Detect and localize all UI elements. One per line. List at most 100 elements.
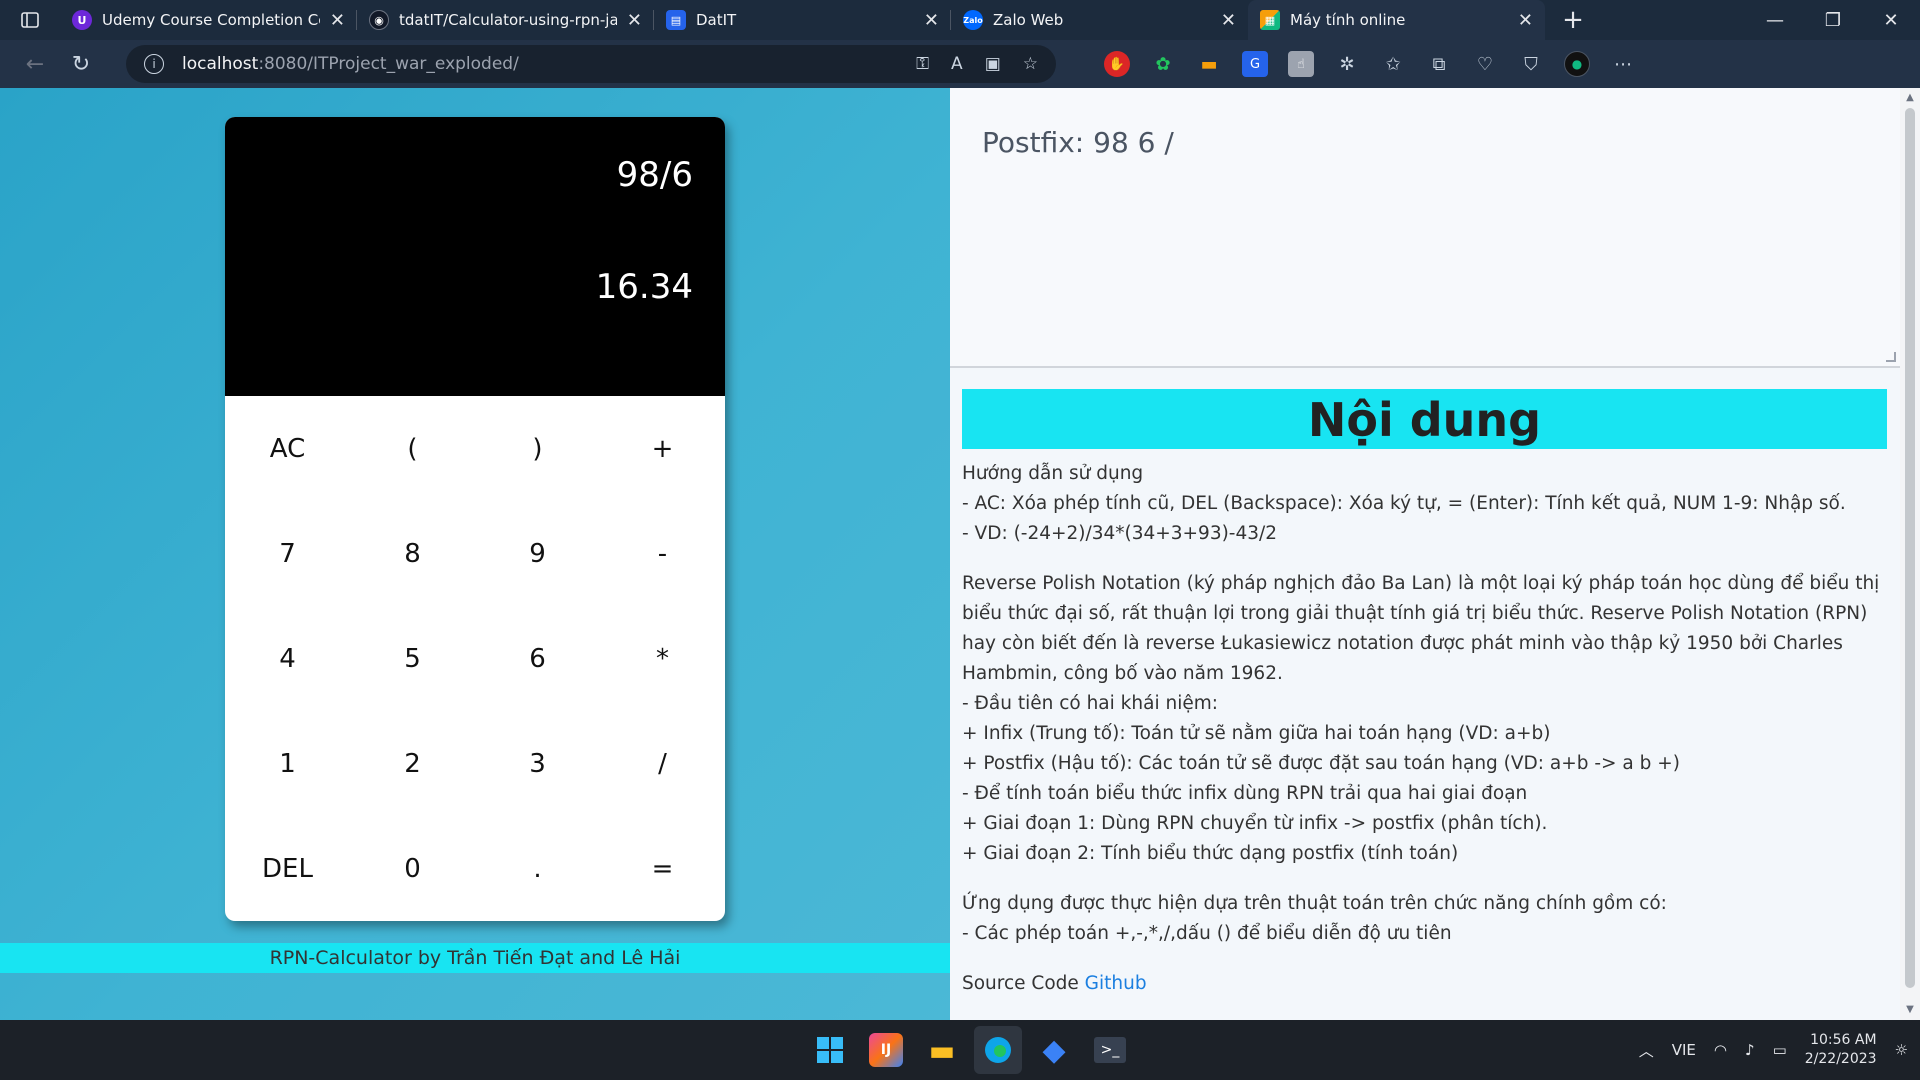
scroll-down-icon[interactable]: ▼: [1900, 1004, 1920, 1015]
rpn-intro: Reverse Polish Notation (ký pháp nghịch …: [962, 573, 1880, 684]
key-3[interactable]: 3: [475, 711, 600, 816]
back-arrow-icon[interactable]: ←: [12, 44, 58, 84]
battery-icon[interactable]: ▭: [1773, 1041, 1787, 1059]
key-ac[interactable]: AC: [225, 396, 350, 501]
guide-heading: Hướng dẫn sử dụng: [962, 463, 1144, 484]
language-indicator[interactable]: VIE: [1672, 1041, 1696, 1059]
key-decimal[interactable]: .: [475, 816, 600, 921]
url-path: :8080/ITProject_war_exploded/: [258, 54, 519, 74]
close-tab-icon[interactable]: ✕: [924, 10, 939, 31]
notifications-icon[interactable]: ☼: [1895, 1041, 1908, 1059]
guide-line: - VD: (-24+2)/34*(34+3+93)-43/2: [962, 523, 1278, 544]
volume-icon[interactable]: ♪: [1745, 1041, 1755, 1059]
clock[interactable]: 10:56 AM 2/22/2023: [1805, 1031, 1877, 1069]
key-icon[interactable]: ⚿: [916, 54, 929, 74]
key-multiply[interactable]: *: [600, 606, 725, 711]
wifi-icon[interactable]: ◠: [1714, 1041, 1727, 1059]
key-8[interactable]: 8: [350, 501, 475, 606]
clock-time: 10:56 AM: [1810, 1032, 1877, 1048]
usage-guide: Hướng dẫn sử dụng - AC: Xóa phép tính cũ…: [962, 459, 1887, 549]
refresh-icon[interactable]: ↻: [58, 44, 104, 84]
favorite-star-icon[interactable]: ☆: [1023, 54, 1038, 74]
minimize-icon[interactable]: —: [1746, 0, 1804, 40]
close-tab-icon[interactable]: ✕: [1518, 10, 1533, 31]
key-equals[interactable]: =: [600, 816, 725, 921]
extensions-puzzle-icon[interactable]: ✲: [1334, 51, 1360, 77]
profile-avatar[interactable]: ●: [1564, 51, 1590, 77]
key-5[interactable]: 5: [350, 606, 475, 711]
url-host: localhost: [182, 54, 259, 74]
browser-tab-bar: U Udemy Course Completion Certi ✕ ◉ tdat…: [0, 0, 1920, 40]
intellij-icon[interactable]: IJ: [869, 1033, 903, 1067]
source-label: Source Code: [962, 973, 1079, 994]
close-tab-icon[interactable]: ✕: [1221, 10, 1236, 31]
touch-icon[interactable]: ☝: [1288, 51, 1314, 77]
tab-actions-icon[interactable]: [0, 0, 60, 40]
key-0[interactable]: 0: [350, 816, 475, 921]
terminal-icon[interactable]: >_: [1094, 1037, 1126, 1063]
color-picker-icon[interactable]: ✿: [1150, 51, 1176, 77]
taskbar-apps: IJ ▬ ◆ >_: [806, 1026, 1134, 1074]
key-1[interactable]: 1: [225, 711, 350, 816]
tab-udemy[interactable]: U Udemy Course Completion Certi ✕: [60, 0, 357, 40]
expression-display: 98/6: [616, 155, 693, 195]
github-icon: ◉: [369, 10, 389, 30]
key-open-paren[interactable]: (: [350, 396, 475, 501]
key-2[interactable]: 2: [350, 711, 475, 816]
chevron-up-icon[interactable]: ︿: [1639, 1040, 1654, 1061]
key-close-paren[interactable]: ): [475, 396, 600, 501]
adblock-icon[interactable]: ✋: [1104, 51, 1130, 77]
more-menu-icon[interactable]: ⋯: [1610, 51, 1636, 77]
health-icon[interactable]: ♡: [1472, 51, 1498, 77]
rpn-line: - Để tính toán biểu thức infix dùng RPN …: [962, 783, 1528, 804]
udemy-icon: U: [72, 10, 92, 30]
page-scrollbar[interactable]: ▲ ▼: [1900, 88, 1920, 1020]
key-plus[interactable]: +: [600, 396, 725, 501]
windows-taskbar: IJ ▬ ◆ >_ ︿ VIE ◠ ♪ ▭ 10:56 AM 2/22/2023…: [0, 1020, 1920, 1080]
key-4[interactable]: 4: [225, 606, 350, 711]
info-panel: Postfix: 98 6 / Nội dung Hướng dẫn sử dụ…: [950, 88, 1900, 1020]
tab-datit[interactable]: ▤ DatIT ✕: [654, 0, 951, 40]
favorites-icon[interactable]: ✩: [1380, 51, 1406, 77]
rpn-line: + Infix (Trung tố): Toán tử sẽ nằm giữa …: [962, 723, 1551, 744]
windows-start-icon[interactable]: [806, 1026, 854, 1074]
content-title: Nội dung: [962, 389, 1887, 449]
tab-calculator[interactable]: ▦ Máy tính online ✕: [1248, 0, 1545, 40]
info-icon[interactable]: i: [144, 54, 164, 74]
key-6[interactable]: 6: [475, 606, 600, 711]
rpn-description: Reverse Polish Notation (ký pháp nghịch …: [962, 569, 1887, 869]
file-explorer-icon[interactable]: ▬: [918, 1026, 966, 1074]
collections-icon[interactable]: ⧉: [1426, 51, 1452, 77]
immersive-reader-icon[interactable]: ▣: [985, 54, 1001, 74]
tab-title: Zalo Web: [993, 11, 1064, 29]
read-aloud-icon[interactable]: A: [951, 54, 963, 74]
calculator-display: 98/6 16.34: [225, 117, 725, 396]
restore-icon[interactable]: ❐: [1804, 0, 1862, 40]
close-tab-icon[interactable]: ✕: [330, 10, 345, 31]
close-window-icon[interactable]: ✕: [1862, 0, 1920, 40]
key-9[interactable]: 9: [475, 501, 600, 606]
scrollbar-thumb[interactable]: [1905, 108, 1915, 988]
keypad: AC ( ) + 7 8 9 - 4 5 6 * 1 2 3 / DEL 0 .…: [225, 396, 725, 921]
key-minus[interactable]: -: [600, 501, 725, 606]
key-7[interactable]: 7: [225, 501, 350, 606]
github-link[interactable]: Github: [1085, 973, 1147, 994]
tab-github[interactable]: ◉ tdatIT/Calculator-using-rpn-java ✕: [357, 0, 654, 40]
hat-icon[interactable]: ▬: [1196, 51, 1222, 77]
security-icon[interactable]: ⛉: [1518, 51, 1544, 77]
edge-browser-icon[interactable]: [974, 1026, 1022, 1074]
translate-icon[interactable]: G: [1242, 51, 1268, 77]
scroll-up-icon[interactable]: ▲: [1900, 92, 1920, 103]
tab-zalo[interactable]: Zalo Zalo Web ✕: [951, 0, 1248, 40]
address-bar[interactable]: i localhost:8080/ITProject_war_exploded/…: [126, 45, 1056, 83]
rpn-line: + Giai đoạn 1: Dùng RPN chuyển từ infix …: [962, 813, 1548, 834]
postfix-textarea[interactable]: Postfix: 98 6 /: [950, 88, 1900, 368]
key-del[interactable]: DEL: [225, 816, 350, 921]
resize-grip-icon[interactable]: [1886, 352, 1896, 362]
key-divide[interactable]: /: [600, 711, 725, 816]
rpn-line: + Giai đoạn 2: Tính biểu thức dạng postf…: [962, 843, 1459, 864]
close-tab-icon[interactable]: ✕: [627, 10, 642, 31]
new-tab-icon[interactable]: +: [1545, 0, 1601, 40]
vscode-icon[interactable]: ◆: [1030, 1026, 1078, 1074]
tab-title: DatIT: [696, 11, 737, 29]
